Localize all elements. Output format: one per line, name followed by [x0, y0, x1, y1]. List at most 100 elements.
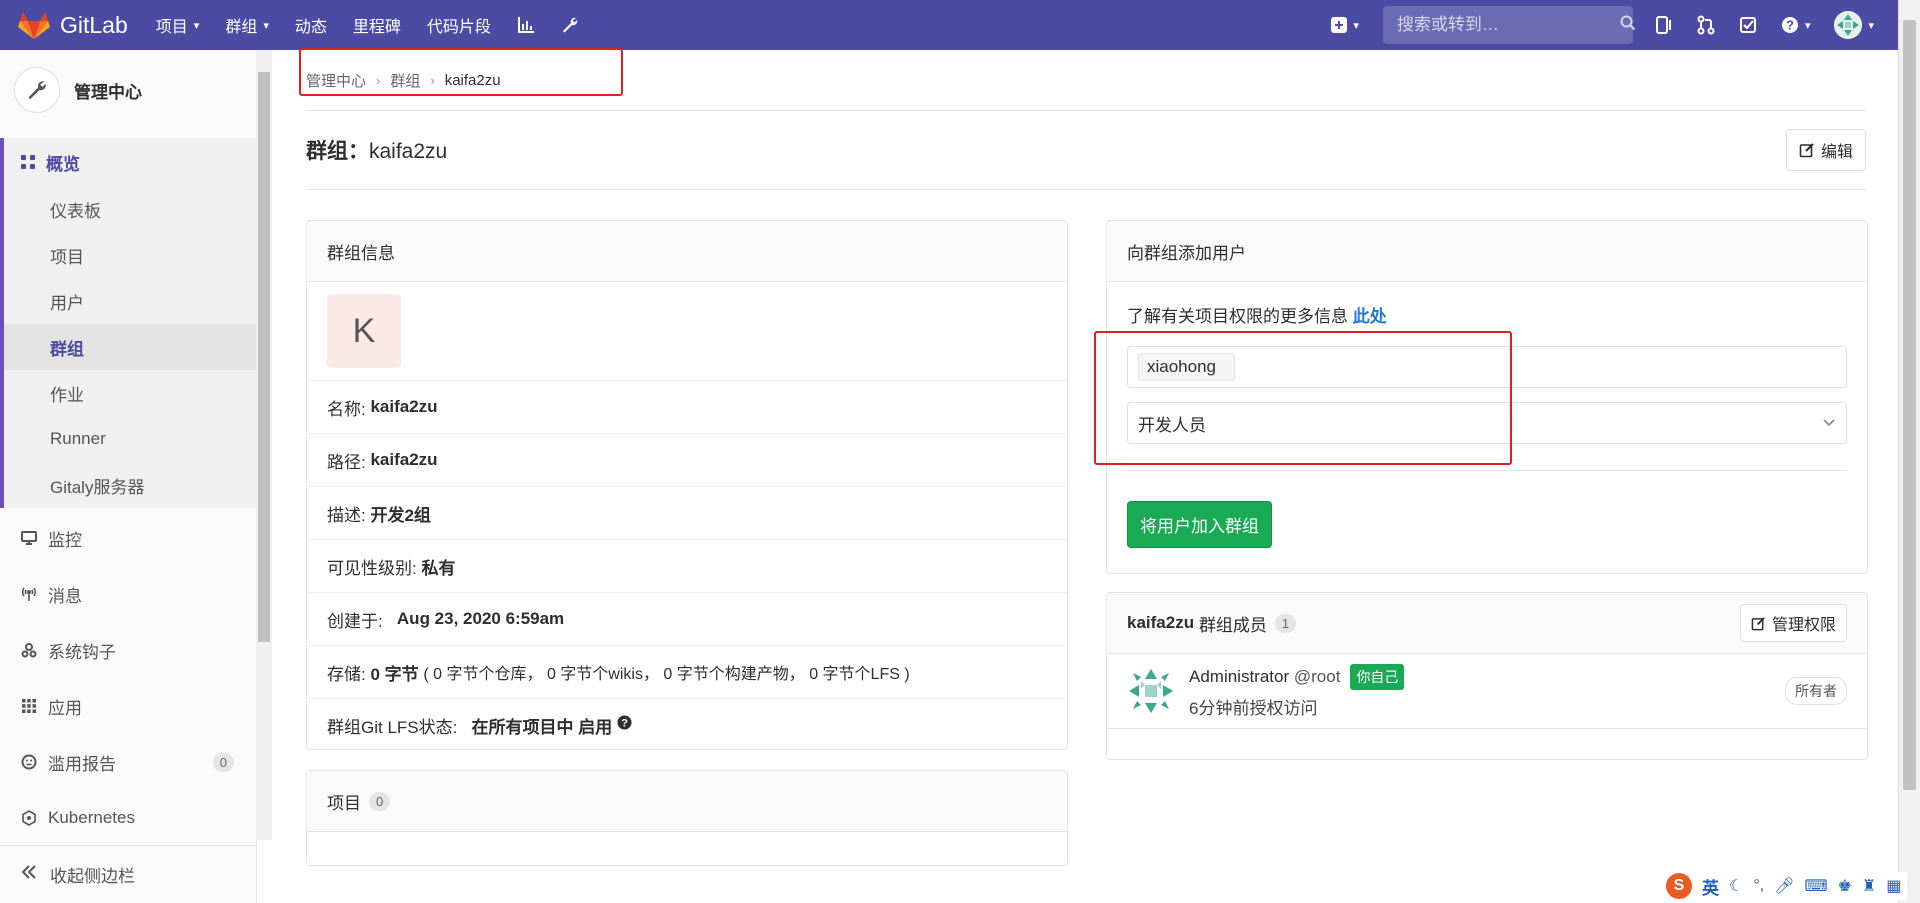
overview-grid-icon [20, 154, 36, 170]
wrench-icon [14, 67, 60, 113]
ime-logo-icon[interactable]: S [1666, 873, 1692, 899]
collapse-sidebar-button[interactable]: 收起侧边栏 [0, 845, 256, 903]
help-icon[interactable]: ? [617, 715, 632, 735]
permissions-info-link[interactable]: 此处 [1353, 302, 1387, 327]
sidebar-item-abuse-reports[interactable]: 滥用报告 0 [0, 734, 256, 790]
add-user-to-group-button[interactable]: 将用户加入群组 [1127, 501, 1272, 548]
user-menu[interactable]: ▾ [1834, 11, 1874, 39]
sidebar-item-kubernetes-label: Kubernetes [48, 808, 135, 827]
storage-detail: ( 0 字节个仓库， 0 字节个wikis， 0 字节个构建产物， 0 字节个L… [423, 666, 910, 683]
chevron-down-icon: ▾ [193, 19, 200, 32]
info-row-description: 描述: 开发2组 [307, 487, 1067, 540]
skin-icon[interactable]: ♚ [1838, 876, 1852, 896]
sidebar-item-kubernetes[interactable]: Kubernetes [0, 790, 256, 846]
apps-grid-icon [20, 698, 38, 714]
members-count-badge: 1 [1274, 613, 1297, 633]
double-chevron-left-icon [20, 864, 38, 885]
keyboard-icon[interactable]: ⌨ [1805, 876, 1828, 896]
name-value: kaifa2zu [370, 397, 438, 416]
group-avatar: K [327, 294, 401, 368]
path-value: kaifa2zu [370, 450, 438, 469]
microphone-icon[interactable]: 🎤︎ [1774, 876, 1794, 896]
sidebar-panel-icon[interactable] [1655, 15, 1673, 35]
nav-snippets[interactable]: 代码片段 [427, 13, 491, 37]
member-avatar[interactable] [1127, 667, 1175, 715]
chevron-down-icon [1822, 413, 1836, 433]
nav-activity-label: 动态 [294, 19, 327, 36]
manage-access-label: 管理权限 [1771, 617, 1836, 634]
chevron-down-icon: ▾ [1804, 19, 1811, 32]
lfs-value: 在所有项目中 启用 [471, 717, 613, 737]
gitlab-logo[interactable]: GitLab [18, 10, 128, 40]
sidebar-item-applications[interactable]: 应用 [0, 678, 256, 734]
divider [306, 189, 1866, 190]
svg-text:?: ? [621, 717, 628, 729]
sidebar-title: 管理中心 [74, 82, 142, 102]
sidebar-item-overview-label: 概览 [46, 154, 80, 174]
edit-button-label: 编辑 [1820, 144, 1853, 161]
sidebar-item-system-hooks[interactable]: 系统钩子 [0, 622, 256, 678]
created-value: Aug 23, 2020 6:59am [396, 609, 565, 628]
sidebar-item-overview[interactable]: 概览 [4, 138, 256, 186]
storage-label: 存储: [327, 664, 366, 684]
page-scrollbar-thumb[interactable] [1903, 20, 1916, 790]
help-icon[interactable]: ? ▾ [1781, 16, 1811, 34]
info-row-visibility: 可见性级别: 私有 [307, 540, 1067, 593]
page-scrollbar[interactable] [1898, 0, 1920, 903]
analytics-chart-icon[interactable] [517, 16, 535, 34]
user-avatar [1834, 11, 1863, 39]
nav-milestones[interactable]: 里程碑 [353, 13, 401, 37]
search-box[interactable] [1382, 6, 1636, 44]
sidebar-sub-jobs[interactable]: 作业 [4, 370, 256, 416]
sidebar-item-messages-label: 消息 [48, 586, 82, 606]
ime-language-toggle[interactable]: 英 [1702, 874, 1719, 899]
members-header: kaifa2zu 群组成员 1 管理权限 [1107, 593, 1867, 654]
sidebar-sub-groups[interactable]: 群组 [4, 324, 256, 370]
clothing-icon[interactable]: ♜ [1862, 876, 1876, 896]
visibility-value: 私有 [421, 558, 456, 578]
chevron-down-icon: ▾ [263, 19, 269, 32]
sidebar-sub-runners[interactable]: Runner [4, 416, 256, 462]
grid-icon[interactable]: ▦ [1886, 876, 1901, 896]
info-row-name: 名称: kaifa2zu [307, 381, 1067, 434]
sidebar-scrollbar[interactable] [256, 50, 272, 840]
add-user-header: 向群组添加用户 [1107, 221, 1867, 282]
sidebar-item-messages[interactable]: 消息 [0, 566, 256, 622]
sidebar-sub-gitaly[interactable]: Gitaly服务器 [4, 462, 256, 508]
new-dropdown-button[interactable]: ▾ [1331, 17, 1359, 33]
sidebar-item-abuse-reports-label: 滥用报告 [48, 754, 116, 774]
chevron-down-icon: ▾ [1353, 19, 1359, 32]
search-icon [1620, 15, 1636, 36]
admin-sidebar: 管理中心 概览 仪表板 项目 用户 群组 作业 Runner Gitaly服务器… [0, 50, 257, 903]
members-title: kaifa2zu 群组成员 1 [1127, 611, 1297, 636]
svg-text:?: ? [1786, 18, 1794, 33]
sidebar-overview-group: 概览 仪表板 项目 用户 群组 作业 Runner Gitaly服务器 [0, 138, 256, 508]
sidebar-header[interactable]: 管理中心 [0, 50, 256, 130]
sidebar-sub-projects[interactable]: 项目 [4, 232, 256, 278]
monitor-icon [20, 530, 38, 546]
divider [1127, 470, 1847, 471]
sidebar-sub-users[interactable]: 用户 [4, 278, 256, 324]
nav-milestones-label: 里程碑 [352, 19, 401, 36]
punctuation-icon[interactable]: °, [1753, 877, 1764, 895]
member-list-item: Administrator @root 你自己 6分钟前授权访问 所有者 [1107, 654, 1867, 729]
nav-activity[interactable]: 动态 [295, 13, 327, 37]
moon-icon[interactable]: ☾ [1729, 876, 1743, 896]
sidebar-sub-dashboard[interactable]: 仪表板 [4, 186, 256, 232]
ime-toolbar: S 英 ☾ °, 🎤︎ ⌨ ♚ ♜ ▦ [1660, 872, 1908, 900]
nav-groups[interactable]: 群组 ▾ [225, 13, 269, 37]
created-label: 创建于: [327, 611, 383, 631]
manage-access-button[interactable]: 管理权限 [1739, 604, 1847, 642]
todo-check-icon[interactable] [1739, 16, 1757, 34]
edit-button[interactable]: 编辑 [1785, 129, 1866, 171]
sidebar-scrollbar-thumb[interactable] [258, 72, 270, 642]
group-info-card: 群组信息 K 名称: kaifa2zu 路径: kaifa2zu 描述: 开发2… [306, 220, 1068, 750]
member-name[interactable]: Administrator [1189, 667, 1289, 687]
nav-projects[interactable]: 项目 ▾ [156, 13, 200, 37]
gitlab-fox-icon [18, 12, 50, 39]
abuse-reports-count-badge: 0 [212, 752, 234, 772]
admin-wrench-icon[interactable] [561, 16, 579, 34]
merge-request-icon[interactable] [1697, 15, 1715, 35]
search-input[interactable] [1394, 14, 1620, 36]
sidebar-item-monitoring[interactable]: 监控 [0, 510, 256, 566]
